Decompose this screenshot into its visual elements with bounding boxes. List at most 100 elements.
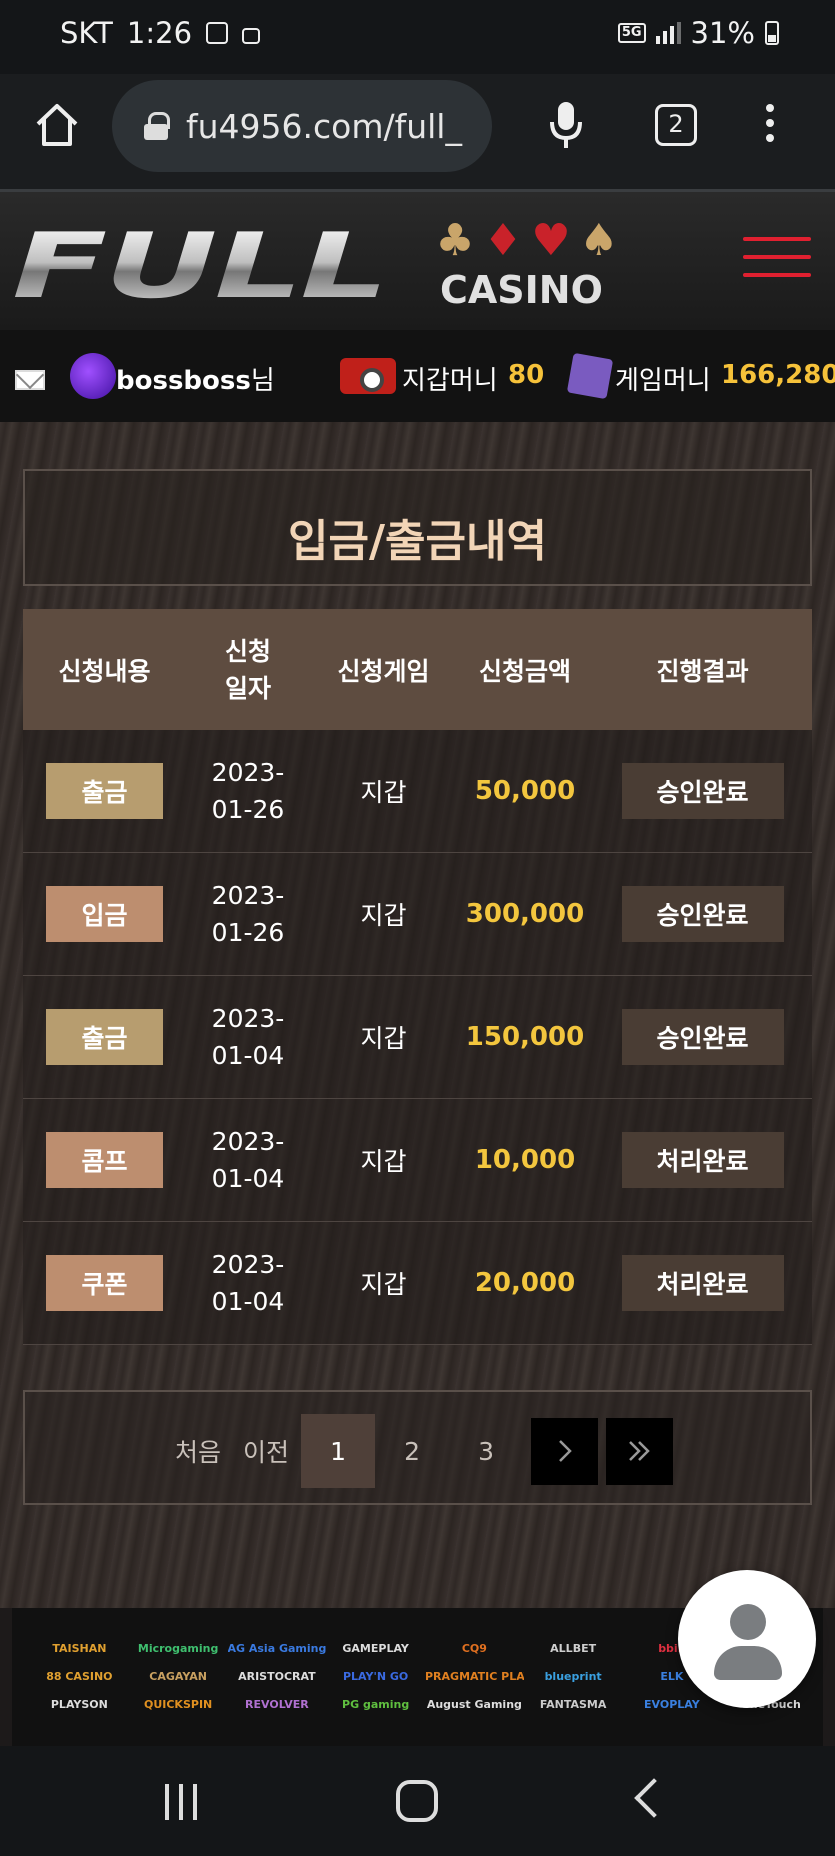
page-title: 입금/출금내역 xyxy=(288,516,547,567)
logo-suits: ♣ ♦ ♥ ♠ xyxy=(432,216,622,266)
chevron-right-icon xyxy=(558,1440,572,1462)
home-nav-icon[interactable] xyxy=(396,1780,438,1822)
next-page-button[interactable] xyxy=(531,1417,599,1485)
request-amount: 300,000 xyxy=(465,899,585,929)
header-game: 신청게임 xyxy=(337,656,430,686)
provider-logo: Microgaming xyxy=(137,1642,219,1655)
pagination-panel: 처음 이전 1 2 3 xyxy=(23,1390,812,1505)
status-badge: 처리완료 xyxy=(621,1132,784,1188)
wallet-icon xyxy=(340,358,396,394)
status-bar: SKT 1:26 5G 31% xyxy=(0,0,835,74)
provider-logo: REVOLVER xyxy=(245,1698,309,1711)
page-1-button[interactable]: 1 xyxy=(301,1414,376,1488)
game-money-label: 게임머니 xyxy=(615,366,711,396)
table-row: 입금 2023- 01-26 지갑 300,000 승인완료 xyxy=(23,853,812,976)
request-date: 2023- 01-04 xyxy=(211,1127,285,1193)
url-text[interactable]: fu4956.com/full_ xyxy=(186,107,476,146)
title-panel: 입금/출금내역 xyxy=(23,469,812,586)
address-bar[interactable]: fu4956.com/full_ xyxy=(112,80,492,172)
home-icon[interactable] xyxy=(32,100,82,150)
site-header: FULL ♣ ♦ ♥ ♠ CASINO xyxy=(0,192,835,330)
header-amount: 신청금액 xyxy=(478,656,571,686)
provider-logo: EVOPLAY xyxy=(644,1698,700,1711)
provider-logo: PRAGMATIC PLAY xyxy=(425,1670,524,1683)
header-status: 진행결과 xyxy=(656,656,749,686)
provider-logo: GAMEPLAY xyxy=(342,1642,409,1655)
status-badge: 처리완료 xyxy=(621,1255,784,1311)
spade-icon: ♠ xyxy=(579,215,619,266)
back-icon[interactable] xyxy=(634,1778,674,1818)
wallet-money-label: 지갑머니 xyxy=(402,366,498,396)
request-date: 2023- 01-04 xyxy=(211,1250,285,1316)
provider-logo: PG gaming xyxy=(342,1698,410,1711)
profile-fab-button[interactable] xyxy=(678,1570,816,1708)
header-type: 신청내용 xyxy=(58,656,151,686)
table-header: 신청내용 신청 일자 신청게임 신청금액 진행결과 xyxy=(23,609,812,730)
type-badge: 쿠폰 xyxy=(46,1255,163,1311)
table-row: 출금 2023- 01-04 지갑 150,000 승인완료 xyxy=(23,976,812,1099)
type-badge: 출금 xyxy=(46,1009,163,1065)
provider-logo: CAGAYAN xyxy=(149,1670,207,1683)
more-options-icon[interactable] xyxy=(760,104,780,148)
status-badge: 승인완료 xyxy=(621,763,784,819)
battery-icon xyxy=(765,21,779,45)
mail-icon[interactable] xyxy=(15,370,45,390)
request-date: 2023- 01-26 xyxy=(211,881,285,947)
table-row: 출금 2023- 01-26 지갑 50,000 승인완료 xyxy=(23,730,812,853)
double-chevron-right-icon xyxy=(628,1441,650,1461)
diamond-icon: ♦ xyxy=(483,215,523,266)
request-game: 지갑 xyxy=(360,1024,407,1053)
person-icon xyxy=(730,1604,766,1640)
type-badge: 입금 xyxy=(46,886,163,942)
request-amount: 50,000 xyxy=(474,776,576,806)
clock: 1:26 xyxy=(126,16,193,50)
status-badge: 승인완료 xyxy=(621,886,784,942)
status-badge: 승인완료 xyxy=(621,1009,784,1065)
notification-icon xyxy=(206,22,229,44)
provider-logo: PLAY'N GO xyxy=(342,1670,409,1683)
tab-switcher-button[interactable]: 2 xyxy=(655,104,697,146)
club-icon: ♣ xyxy=(435,215,475,266)
game-money-value: 166,280 xyxy=(721,360,835,390)
wallet-money-value: 80 xyxy=(508,360,545,390)
provider-logo: ALLBET xyxy=(550,1642,597,1655)
pagination: 처음 이전 1 2 3 xyxy=(175,1414,674,1488)
request-game: 지갑 xyxy=(360,1147,407,1176)
provider-logo: TAISHAN xyxy=(52,1642,107,1655)
last-page-button[interactable] xyxy=(606,1417,674,1485)
provider-logo: FANTASMA xyxy=(539,1698,607,1711)
request-date: 2023- 01-26 xyxy=(211,758,285,824)
page-2-button[interactable]: 2 xyxy=(375,1414,449,1488)
menu-icon[interactable] xyxy=(743,237,811,283)
provider-logo: QUICKSPIN xyxy=(143,1698,213,1711)
provider-logo: PLAYSON xyxy=(50,1698,108,1711)
system-nav-bar xyxy=(0,1746,835,1856)
table-row: 쿠폰 2023- 01-04 지갑 20,000 처리완료 xyxy=(23,1222,812,1345)
site-logo[interactable]: FULL ♣ ♦ ♥ ♠ CASINO xyxy=(12,216,622,316)
provider-logo: 88 CASINO xyxy=(46,1670,113,1683)
request-game: 지갑 xyxy=(360,901,407,930)
request-amount: 20,000 xyxy=(474,1268,576,1298)
page-3-button[interactable]: 3 xyxy=(449,1414,523,1488)
user-info-bar: bossboss님 지갑머니 80 게임머니 166,280 xyxy=(0,330,835,422)
transaction-table: 신청내용 신청 일자 신청게임 신청금액 진행결과 출금 2023- 01-26… xyxy=(23,609,812,1345)
battery-percent: 31% xyxy=(690,16,755,50)
provider-logo: ARISTOCRAT xyxy=(238,1670,316,1683)
recent-apps-icon[interactable] xyxy=(165,1784,197,1820)
lock-icon xyxy=(144,112,170,140)
first-page-link[interactable]: 처음 xyxy=(175,1433,221,1469)
username: bossboss님 xyxy=(116,366,275,396)
person-icon-body xyxy=(714,1646,782,1680)
heart-icon: ♥ xyxy=(531,215,571,266)
provider-logo: CQ9 xyxy=(461,1642,487,1655)
provider-logo: August Gaming xyxy=(426,1698,522,1711)
browser-toolbar: fu4956.com/full_ 2 xyxy=(0,74,835,192)
request-game: 지갑 xyxy=(360,778,407,807)
carrier-label: SKT xyxy=(60,16,113,50)
request-game: 지갑 xyxy=(360,1270,407,1299)
type-badge: 출금 xyxy=(46,763,163,819)
avatar xyxy=(70,353,116,399)
prev-page-link[interactable]: 이전 xyxy=(243,1433,289,1469)
microphone-icon[interactable] xyxy=(548,100,584,150)
type-badge: 콤프 xyxy=(46,1132,163,1188)
